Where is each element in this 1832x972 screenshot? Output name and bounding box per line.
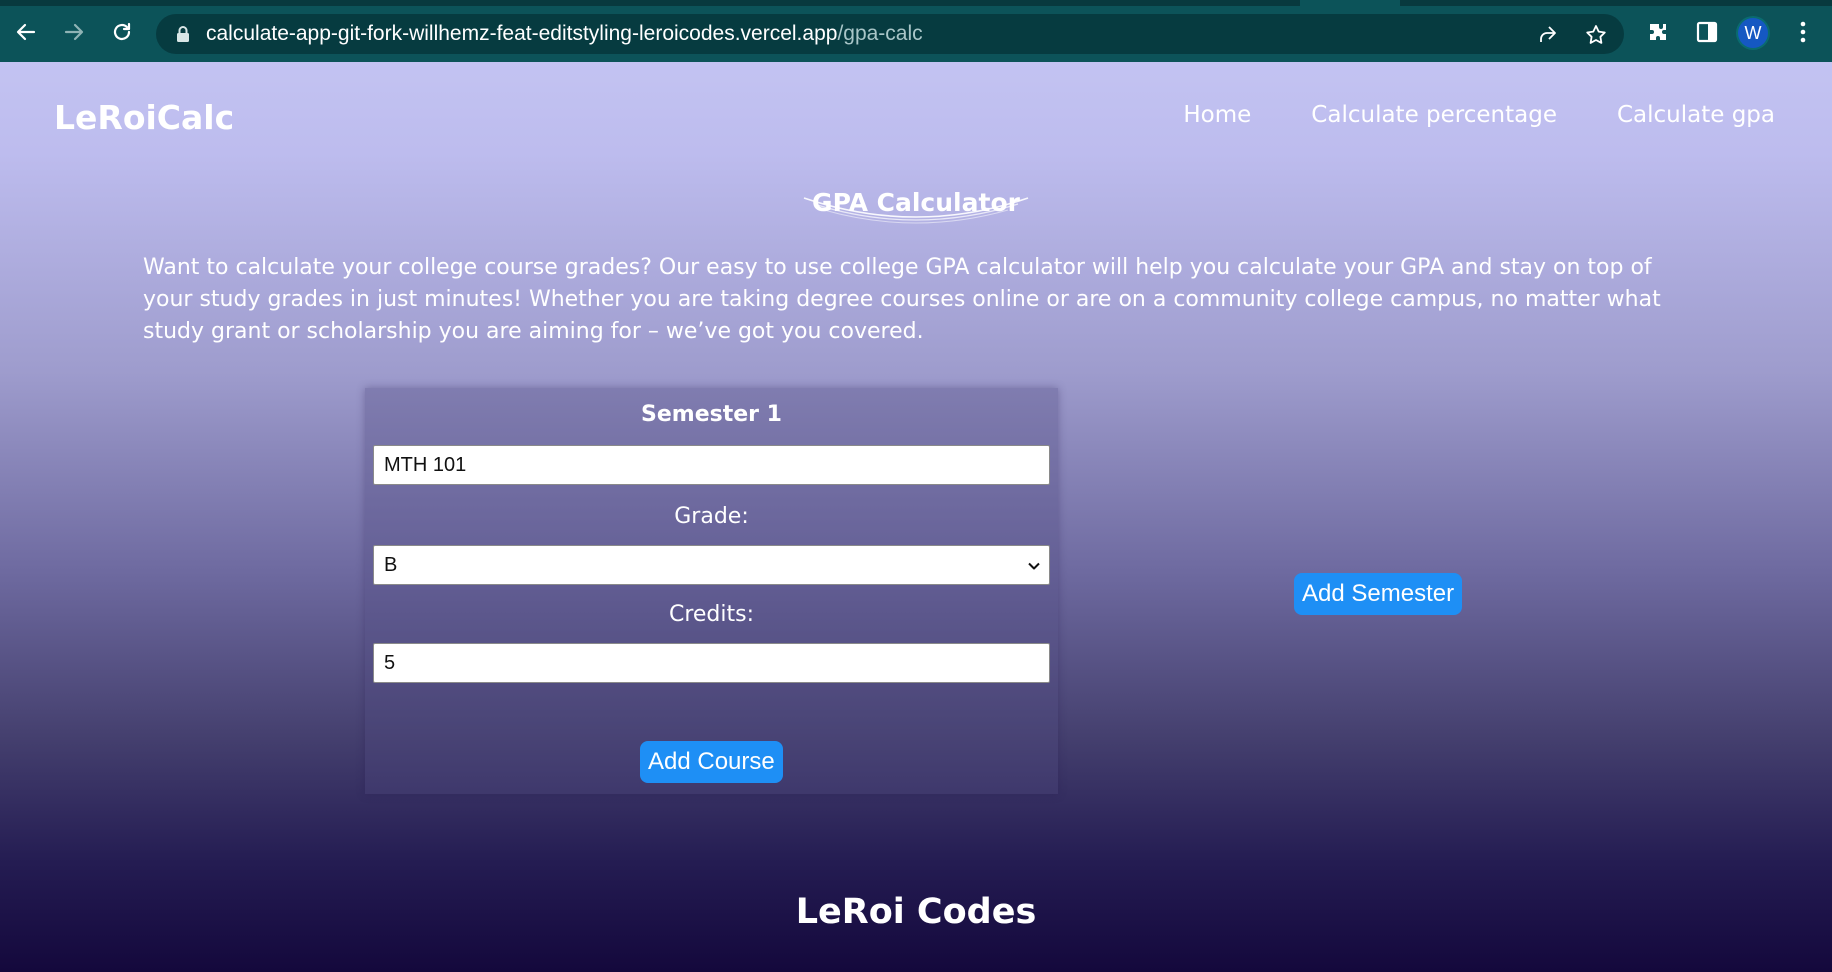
nav-links: Home Calculate percentage Calculate gpa bbox=[1123, 102, 1775, 128]
address-bar[interactable]: calculate-app-git-fork-willhemz-feat-edi… bbox=[156, 14, 1624, 54]
course-name-input[interactable]: MTH 101 bbox=[373, 445, 1050, 485]
back-arrow-icon[interactable] bbox=[12, 18, 40, 46]
nav-link-calculate-gpa[interactable]: Calculate gpa bbox=[1617, 102, 1775, 128]
grade-select[interactable]: B bbox=[373, 545, 1050, 585]
semester-card: Semester 1 MTH 101 Grade: B Credits: 5 A… bbox=[365, 388, 1058, 794]
title-underline-swoosh bbox=[803, 197, 1029, 224]
extensions-icon[interactable] bbox=[1645, 19, 1671, 45]
share-icon[interactable] bbox=[1536, 23, 1560, 47]
url-host: calculate-app-git-fork-willhemz-feat-edi… bbox=[206, 22, 838, 45]
browser-toolbar: calculate-app-git-fork-willhemz-feat-edi… bbox=[0, 0, 1832, 62]
forward-arrow-icon[interactable] bbox=[60, 18, 88, 46]
side-panel-icon[interactable] bbox=[1694, 19, 1720, 45]
brand-logo[interactable]: LeRoiCalc bbox=[54, 98, 234, 137]
nav-link-home[interactable]: Home bbox=[1183, 102, 1251, 128]
grade-label: Grade: bbox=[674, 504, 749, 529]
url-text[interactable]: calculate-app-git-fork-willhemz-feat-edi… bbox=[206, 14, 923, 54]
tab-strip bbox=[0, 0, 1832, 6]
reload-icon[interactable] bbox=[108, 18, 136, 46]
grade-select-value: B bbox=[384, 554, 398, 576]
intro-paragraph: Want to calculate your college course gr… bbox=[143, 255, 1661, 344]
page: LeRoiCalc Home Calculate percentage Calc… bbox=[0, 62, 1832, 972]
chevron-down-icon bbox=[1028, 562, 1040, 570]
footer-title: LeRoi Codes bbox=[795, 892, 1037, 932]
menu-dots-icon[interactable] bbox=[1790, 19, 1816, 45]
active-tab-edge bbox=[1300, 0, 1400, 6]
semester-title: Semester 1 bbox=[641, 402, 782, 427]
profile-avatar[interactable]: W bbox=[1738, 18, 1768, 48]
url-path: /gpa-calc bbox=[837, 22, 923, 45]
star-icon[interactable] bbox=[1584, 23, 1608, 47]
nav-link-calculate-percentage[interactable]: Calculate percentage bbox=[1311, 102, 1557, 128]
add-course-button[interactable]: Add Course bbox=[640, 741, 783, 783]
credits-label: Credits: bbox=[668, 602, 755, 627]
credits-input[interactable]: 5 bbox=[373, 643, 1050, 683]
lock-icon[interactable] bbox=[174, 25, 192, 43]
add-semester-button[interactable]: Add Semester bbox=[1294, 573, 1463, 615]
